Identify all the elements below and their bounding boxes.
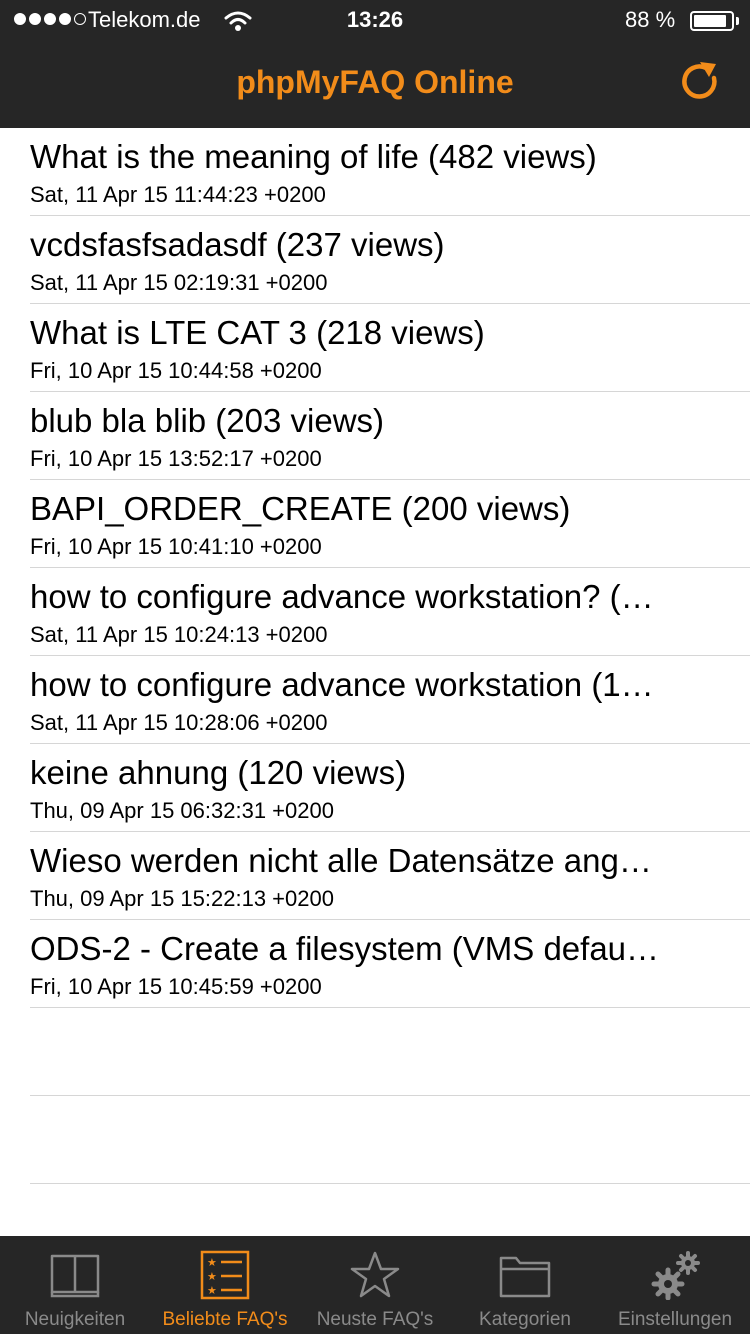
tab-label: Beliebte FAQ's [162,1309,288,1330]
faq-row[interactable]: What is the meaning of life (482 views) … [30,128,750,216]
faq-title: vcdsfasfsadasdf (237 views) [30,226,445,263]
faq-title: Wieso werden nicht alle Datensätze ang… [30,842,652,879]
faq-row[interactable]: vcdsfasfsadasdf (237 views) Sat, 11 Apr … [30,216,750,304]
faq-date: Sat, 11 Apr 15 02:19:31 +0200 [30,270,328,295]
tab-bar: Neuigkeiten ★ ★ ★ Beliebte FAQ's Neuste … [0,1236,750,1334]
gears-icon [651,1251,700,1300]
folder-icon [499,1256,551,1298]
faq-date: Sat, 11 Apr 15 10:24:13 +0200 [30,622,328,647]
faq-title: how to configure advance workstation (1… [30,666,654,703]
faq-row[interactable]: how to configure advance workstation (1…… [30,656,750,744]
svg-text:★: ★ [207,1284,217,1297]
nav-title: phpMyFAQ Online [236,64,514,100]
faq-date: Fri, 10 Apr 15 10:45:59 +0200 [30,974,322,999]
tab-kategorien[interactable]: Kategorien [450,1236,600,1334]
tab-label: Kategorien [479,1309,571,1330]
svg-text:★: ★ [207,1270,217,1283]
faq-title: What is LTE CAT 3 (218 views) [30,314,485,351]
faq-date: Fri, 10 Apr 15 13:52:17 +0200 [30,446,322,471]
list-icon: ★ ★ ★ [200,1250,250,1300]
faq-title: What is the meaning of life (482 views) [30,138,597,175]
faq-date: Sat, 11 Apr 15 11:44:23 +0200 [30,182,326,207]
book-icon [50,1254,100,1298]
faq-row[interactable]: ODS-2 - Create a filesystem (VMS defau… … [30,920,750,1008]
faq-title: keine ahnung (120 views) [30,754,407,791]
star-icon [350,1251,400,1298]
refresh-icon[interactable] [676,58,724,106]
faq-row[interactable]: Wieso werden nicht alle Datensätze ang… … [30,832,750,920]
empty-row [30,1096,750,1184]
tab-label: Einstellungen [617,1309,733,1330]
faq-list: What is the meaning of life (482 views) … [0,128,750,1184]
tab-einstellungen[interactable]: Einstellungen [600,1236,750,1334]
faq-row[interactable]: blub bla blib (203 views) Fri, 10 Apr 15… [30,392,750,480]
faq-row[interactable]: how to configure advance workstation? (…… [30,568,750,656]
tab-neuste-faqs[interactable]: Neuste FAQ's [300,1236,450,1334]
status-bar: Telekom.de 13:26 88 % [0,0,750,40]
tab-beliebte-faqs[interactable]: ★ ★ ★ Beliebte FAQ's [150,1236,300,1334]
tab-label: Neuigkeiten [24,1309,126,1330]
faq-date: Thu, 09 Apr 15 15:22:13 +0200 [30,886,334,911]
faq-date: Fri, 10 Apr 15 10:44:58 +0200 [30,358,322,383]
faq-row[interactable]: keine ahnung (120 views) Thu, 09 Apr 15 … [30,744,750,832]
battery-icon [690,11,734,31]
battery-percentage: 88 % [625,7,676,32]
empty-row [30,1008,750,1096]
faq-title: blub bla blib (203 views) [30,402,385,439]
faq-date: Thu, 09 Apr 15 06:32:31 +0200 [30,798,334,823]
faq-title: ODS-2 - Create a filesystem (VMS defau… [30,930,660,967]
top-bar: Telekom.de 13:26 88 % phpMyFAQ Online [0,0,750,128]
tab-neuigkeiten[interactable]: Neuigkeiten [0,1236,150,1334]
faq-title: how to configure advance workstation? (… [30,578,654,615]
tab-label: Neuste FAQ's [316,1309,434,1330]
svg-text:★: ★ [207,1256,217,1269]
faq-date: Fri, 10 Apr 15 10:41:10 +0200 [30,534,322,559]
faq-title: BAPI_ORDER_CREATE (200 views) [30,490,571,527]
faq-row[interactable]: What is LTE CAT 3 (218 views) Fri, 10 Ap… [30,304,750,392]
faq-row[interactable]: BAPI_ORDER_CREATE (200 views) Fri, 10 Ap… [30,480,750,568]
faq-date: Sat, 11 Apr 15 10:28:06 +0200 [30,710,328,735]
